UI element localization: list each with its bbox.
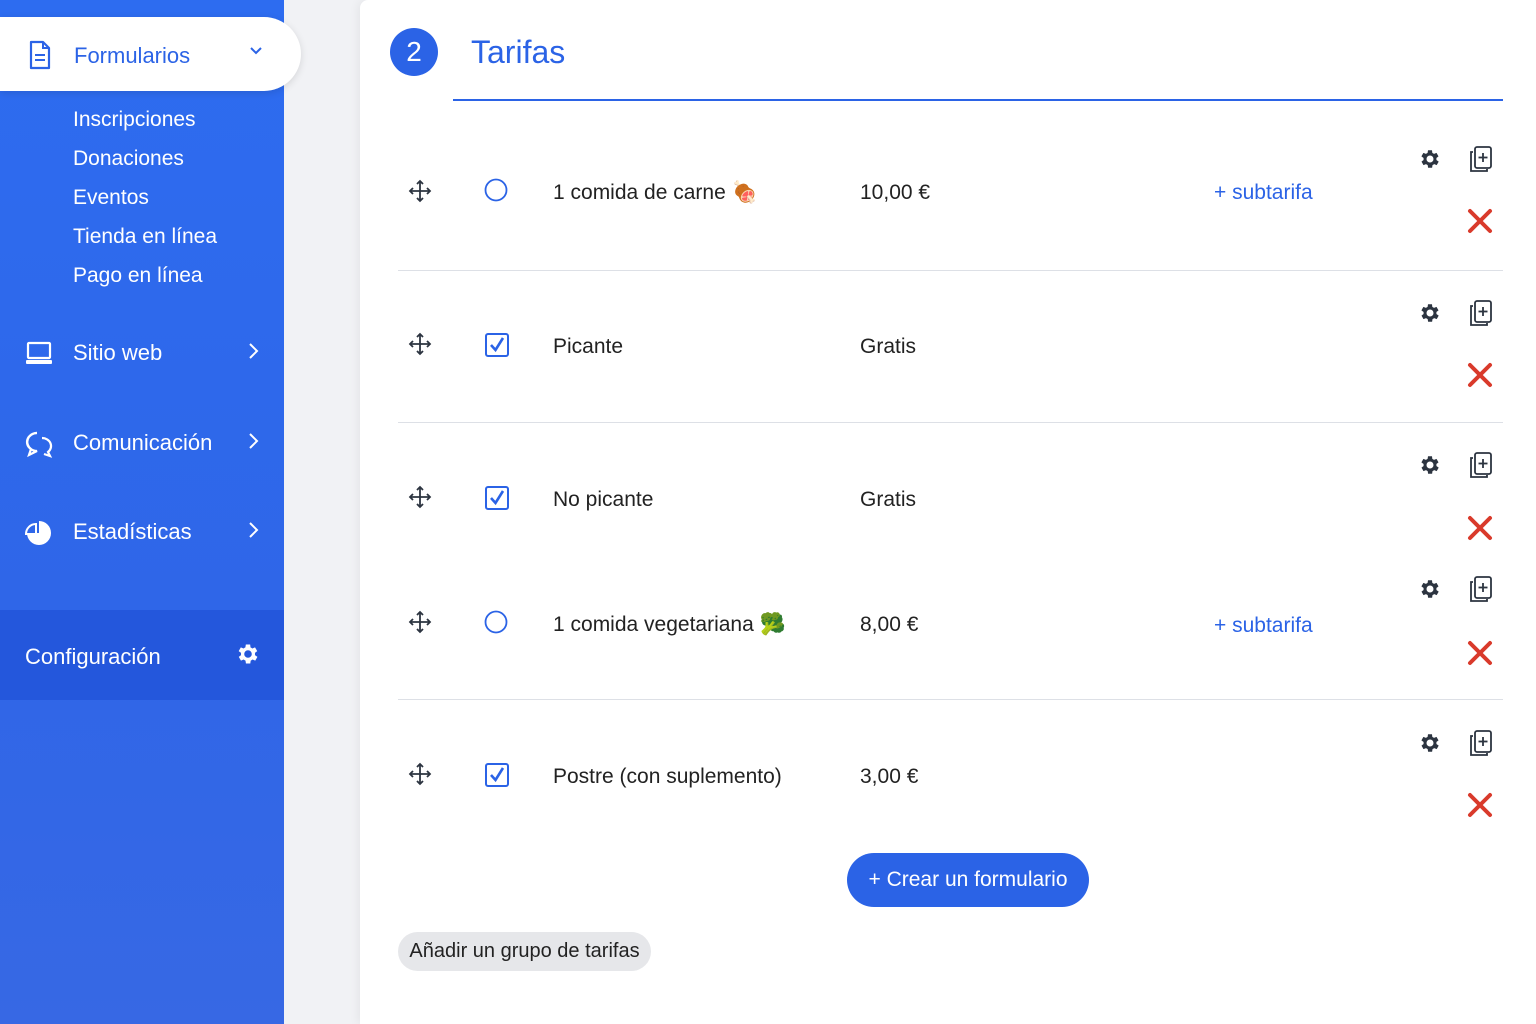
rate-price: 3,00 € (860, 765, 919, 788)
gear-icon[interactable] (1418, 301, 1442, 330)
sidebar-item-formularios[interactable]: Formularios (0, 17, 301, 91)
submenu-formularios: Inscripciones Donaciones Eventos Tienda … (73, 105, 217, 300)
rate-price: 10,00 € (860, 181, 931, 204)
submenu-item-tienda[interactable]: Tienda en línea (73, 222, 217, 261)
radio-icon[interactable] (484, 178, 508, 207)
step-number-badge: 2 (390, 28, 438, 76)
move-handle-icon[interactable] (408, 179, 432, 208)
delete-icon[interactable] (1466, 639, 1494, 672)
checkbox-checked-icon[interactable] (484, 332, 510, 363)
submenu-item-donaciones[interactable]: Donaciones (73, 144, 217, 183)
rate-name: No picante (553, 488, 654, 511)
gear-icon[interactable] (1418, 731, 1442, 760)
move-handle-icon[interactable] (408, 485, 432, 514)
add-subtarifa-link[interactable]: + subtarifa (1214, 181, 1313, 205)
gear-icon[interactable] (1418, 577, 1442, 606)
delete-icon[interactable] (1466, 361, 1494, 394)
create-form-button[interactable]: + Crear un formulario (847, 853, 1089, 907)
rate-name: 1 comida vegetariana 🥦 (553, 613, 786, 636)
delete-icon[interactable] (1466, 207, 1494, 240)
chevron-right-icon (246, 342, 260, 365)
rate-price: Gratis (860, 335, 917, 358)
gear-icon (235, 641, 261, 672)
rate-row: Postre (con suplemento) 3,00 € (398, 703, 1503, 853)
sidebar-item-configuracion[interactable]: Configuración (0, 610, 284, 700)
chevron-right-icon (246, 432, 260, 455)
submenu-item-pago[interactable]: Pago en línea (73, 261, 217, 300)
sidebar-item-label: Estadísticas (73, 519, 192, 544)
checkbox-checked-icon[interactable] (484, 485, 510, 516)
move-handle-icon[interactable] (408, 762, 432, 791)
sidebar: Formularios Inscripciones Donaciones Eve… (0, 0, 301, 1024)
sidebar-item-label: Formularios (74, 43, 191, 68)
duplicate-icon[interactable] (1468, 575, 1494, 608)
delete-icon[interactable] (1466, 514, 1494, 547)
delete-icon[interactable] (1466, 791, 1494, 824)
rate-row: 1 comida vegetariana 🥦 8,00 € + subtarif… (398, 550, 1503, 700)
section-title: Tarifas (471, 34, 566, 70)
laptop-icon (25, 340, 53, 371)
sidebar-item-comunicacion[interactable]: Comunicación (0, 418, 284, 468)
duplicate-icon[interactable] (1468, 451, 1494, 484)
rate-name: Postre (con suplemento) (553, 765, 782, 788)
rate-name: Picante (553, 335, 624, 358)
chevron-down-icon (248, 43, 264, 64)
title-divider (453, 99, 1503, 101)
document-icon (28, 40, 52, 75)
sidebar-item-label: Sitio web (73, 340, 163, 365)
chat-bubbles-icon (25, 430, 55, 463)
add-subtarifa-link[interactable]: + subtarifa (1214, 614, 1313, 638)
checkbox-checked-icon[interactable] (484, 762, 510, 793)
move-handle-icon[interactable] (408, 610, 432, 639)
rate-name: 1 comida de carne 🍖 (553, 181, 758, 204)
sidebar-item-estadisticas[interactable]: Estadísticas (0, 507, 284, 557)
gear-icon[interactable] (1418, 453, 1442, 482)
move-handle-icon[interactable] (408, 332, 432, 361)
rate-price: Gratis (860, 488, 917, 511)
rate-price: 8,00 € (860, 613, 919, 636)
submenu-item-eventos[interactable]: Eventos (73, 183, 217, 222)
sidebar-item-label: Configuración (25, 644, 161, 669)
gear-icon[interactable] (1418, 147, 1442, 176)
rate-row: 1 comida de carne 🍖 10,00 € + subtarifa (398, 121, 1503, 271)
duplicate-icon[interactable] (1468, 729, 1494, 762)
duplicate-icon[interactable] (1468, 145, 1494, 178)
chevron-right-icon (246, 521, 260, 544)
duplicate-icon[interactable] (1468, 299, 1494, 332)
add-rate-group-button[interactable]: Añadir un grupo de tarifas (398, 932, 651, 971)
radio-icon[interactable] (484, 610, 508, 639)
pie-chart-icon (24, 519, 53, 552)
sidebar-item-label: Comunicación (73, 430, 213, 455)
submenu-item-inscripciones[interactable]: Inscripciones (73, 105, 217, 144)
rate-row: Picante Gratis (398, 273, 1503, 423)
sidebar-item-sitio-web[interactable]: Sitio web (0, 328, 284, 378)
